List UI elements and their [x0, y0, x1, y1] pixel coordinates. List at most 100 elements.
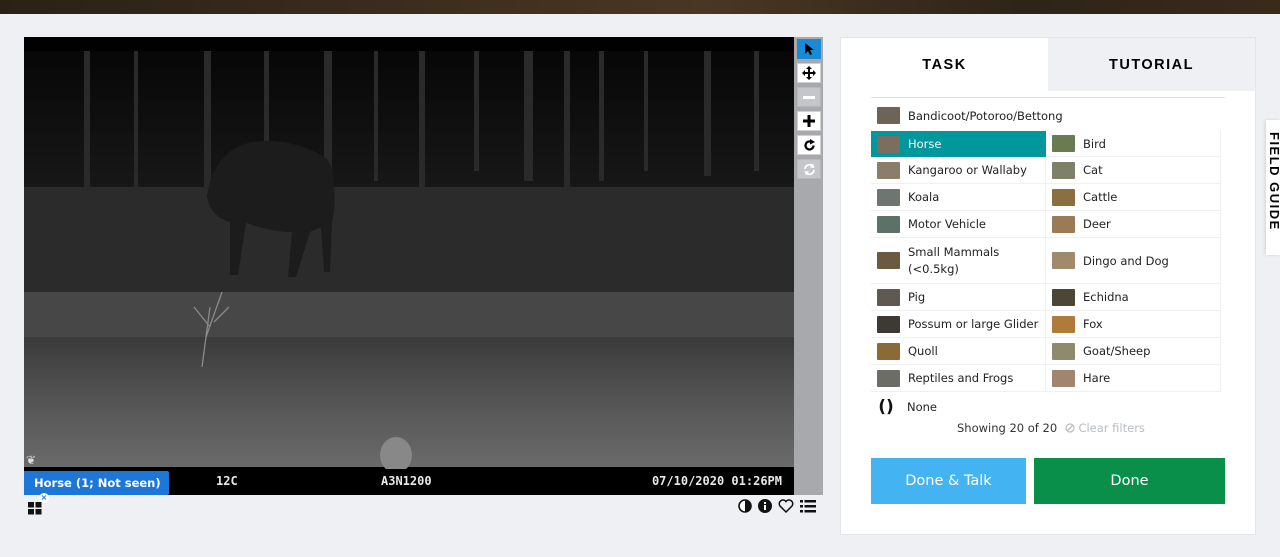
panel-tabs: TASK TUTORIAL: [841, 38, 1255, 91]
choice-label: Motor Vehicle: [908, 217, 987, 231]
choice-koala[interactable]: Koala: [871, 184, 1046, 211]
choice-thumbnail: [1052, 252, 1075, 269]
metadata-button[interactable]: [758, 499, 772, 513]
choice-label: Horse: [908, 137, 942, 151]
collections-button[interactable]: [800, 499, 816, 513]
zoom-in-button[interactable]: [797, 111, 821, 131]
choice-thumbnail: [877, 107, 900, 124]
choice-label: None: [907, 400, 938, 414]
done-button[interactable]: Done: [1034, 458, 1225, 504]
choice-thumbnail: [877, 215, 900, 233]
reset-icon: [803, 163, 815, 175]
choice-label: Koala: [908, 190, 940, 204]
choice-thumbnail: [1052, 161, 1075, 179]
timestamp: 07/10/2020 01:26PM: [651, 474, 782, 488]
choice-thumbnail: [877, 288, 900, 306]
annotation-tag-label: Horse (1; Not seen): [34, 476, 161, 490]
camera-id: A3N1200: [381, 474, 432, 488]
choice-thumbnail: [877, 369, 900, 387]
invert-button[interactable]: [738, 499, 752, 513]
clear-icon: [1065, 423, 1075, 433]
choice-thumbnail: [1052, 342, 1075, 360]
info-icon: [758, 499, 772, 513]
choice-label: Reptiles and Frogs: [908, 371, 1014, 385]
choice-hare[interactable]: Hare: [1046, 365, 1221, 392]
subject-image-viewer[interactable]: ❦ 12C A3N1200 07/10/2020 01:26PM: [24, 37, 794, 495]
choice-label: Quoll: [908, 344, 938, 358]
tab-tutorial[interactable]: TUTORIAL: [1048, 38, 1255, 91]
choice-label: Bird: [1083, 136, 1106, 151]
choice-pig[interactable]: Pig: [871, 284, 1046, 311]
choice-fox[interactable]: Fox: [1046, 311, 1221, 338]
clear-filters-label: Clear filters: [1078, 421, 1145, 435]
choice-cattle[interactable]: Cattle: [1046, 184, 1221, 211]
choice-label: Small Mammals (<0.5kg): [908, 244, 1000, 276]
choice-thumbnail: [1052, 288, 1075, 306]
choice-label: Kangaroo or Wallaby: [908, 163, 1027, 177]
choice-thumbnail: [877, 188, 900, 206]
choice-label: Possum or large Glider: [908, 317, 1039, 331]
choice-quoll[interactable]: Quoll: [871, 338, 1046, 365]
choice-thumbnail: [1052, 315, 1075, 333]
field-guide-tab[interactable]: FIELD GUIDE: [1266, 120, 1280, 255]
choice-dingo-dog[interactable]: Dingo and Dog: [1046, 238, 1221, 284]
choice-label: Cat: [1083, 163, 1103, 177]
temperature-readout: 12C: [216, 474, 238, 488]
rotate-button[interactable]: [797, 135, 821, 155]
camera-brand-icon: ❦: [26, 453, 37, 467]
choice-goat-sheep[interactable]: Goat/Sheep: [1046, 338, 1221, 365]
pointer-tool-button[interactable]: [797, 39, 821, 59]
rotate-icon: [803, 138, 815, 151]
choice-label: Pig: [908, 290, 926, 304]
top-banner: [0, 0, 1280, 14]
tab-task[interactable]: TASK: [841, 38, 1048, 91]
zoom-out-icon: [803, 96, 815, 99]
choice-thumbnail: [877, 342, 900, 360]
choice-possum[interactable]: Possum or large Glider: [871, 311, 1046, 338]
reset-view-button[interactable]: [797, 159, 821, 179]
choice-thumbnail: [1052, 215, 1075, 233]
zoom-in-icon: [803, 115, 815, 127]
choice-deer[interactable]: Deer: [1046, 211, 1221, 238]
camera-trap-photo: [24, 37, 794, 473]
species-choice-grid: Bandicoot/Potoroo/Bettong Horse Kangaroo…: [871, 97, 1225, 417]
pointer-icon: [805, 43, 814, 55]
choice-thumbnail: [1052, 188, 1075, 206]
choice-motor-vehicle[interactable]: Motor Vehicle: [871, 211, 1046, 238]
move-icon: [802, 66, 816, 80]
choice-label: Goat/Sheep: [1083, 344, 1151, 358]
choice-label: Deer: [1083, 217, 1111, 231]
frame-grid-button[interactable]: [28, 500, 42, 519]
contrast-icon: [738, 499, 752, 513]
choice-kangaroo[interactable]: Kangaroo or Wallaby: [871, 157, 1046, 184]
choice-reptiles[interactable]: Reptiles and Frogs: [871, 365, 1046, 392]
annotation-tag[interactable]: Horse (1; Not seen)×: [24, 471, 169, 503]
choice-echidna[interactable]: Echidna: [1046, 284, 1221, 311]
classifier-panel: TASK TUTORIAL Bandicoot/Potoroo/Bettong …: [840, 37, 1256, 535]
field-guide-label: FIELD GUIDE: [1267, 132, 1280, 231]
choice-bandicoot[interactable]: Bandicoot/Potoroo/Bettong: [877, 104, 1063, 127]
choice-thumbnail: [877, 135, 900, 153]
choice-thumbnail: [877, 315, 900, 333]
choice-label: Fox: [1083, 317, 1103, 331]
showing-count: Showing 20 of 20: [957, 421, 1058, 435]
move-tool-button[interactable]: [797, 63, 821, 83]
zoom-out-button[interactable]: [797, 87, 821, 107]
none-icon: (): [878, 397, 894, 417]
choice-thumbnail: [1052, 135, 1075, 152]
subject-actions: [738, 499, 816, 513]
choice-label: Dingo and Dog: [1083, 253, 1169, 268]
filter-status: Showing 20 of 20 Clear filters: [957, 421, 1145, 435]
choice-horse[interactable]: Horse: [871, 131, 1046, 157]
choice-small-mammals[interactable]: Small Mammals (<0.5kg): [871, 238, 1046, 284]
choice-none[interactable]: () None: [877, 394, 937, 420]
choice-label: Cattle: [1083, 190, 1118, 204]
done-and-talk-button[interactable]: Done & Talk: [871, 458, 1026, 504]
choice-bird[interactable]: Bird: [1046, 131, 1221, 157]
clear-filters-link[interactable]: Clear filters: [1065, 421, 1145, 435]
choice-thumbnail: [1052, 369, 1075, 387]
grid-icon: [28, 502, 42, 515]
choice-cat[interactable]: Cat: [1046, 157, 1221, 184]
choice-thumbnail: [877, 252, 900, 269]
favorite-button[interactable]: [778, 499, 794, 513]
